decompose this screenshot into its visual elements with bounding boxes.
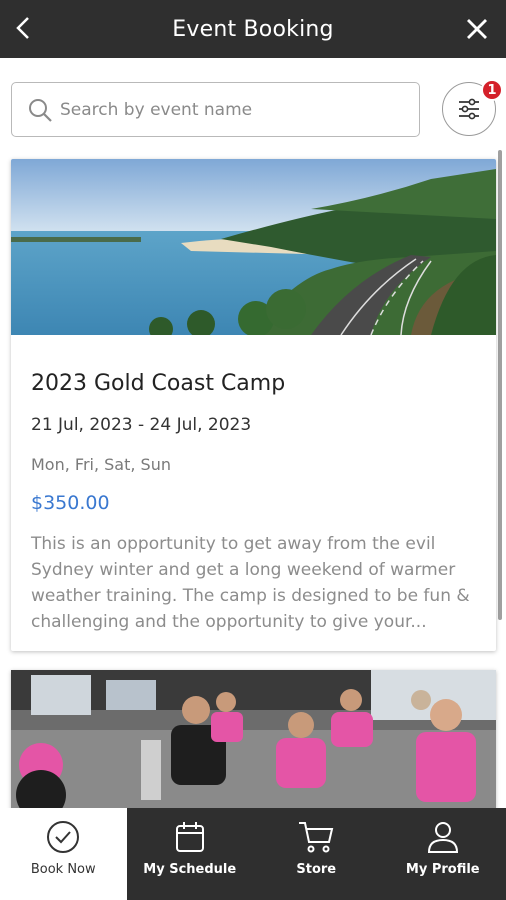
event-description: This is an opportunity to get away from … bbox=[31, 534, 470, 632]
nav-store[interactable]: Store bbox=[253, 808, 380, 900]
close-icon bbox=[467, 19, 487, 39]
event-card[interactable]: 2023 Gold Coast Camp 21 Jul, 2023 - 24 J… bbox=[11, 159, 496, 651]
event-name: 2023 Gold Coast Camp bbox=[31, 371, 286, 396]
search-icon bbox=[20, 97, 60, 123]
check-circle-icon bbox=[47, 821, 80, 853]
filter-count-badge: 1 bbox=[481, 79, 503, 101]
nav-label: My Profile bbox=[405, 862, 480, 877]
cart-icon bbox=[299, 822, 334, 853]
event-photo bbox=[11, 670, 496, 810]
user-icon bbox=[427, 822, 458, 853]
page-title: Event Booking bbox=[172, 16, 334, 42]
nav-book-now[interactable]: Book Now bbox=[0, 808, 127, 900]
sliders-icon bbox=[459, 98, 479, 120]
close-button[interactable] bbox=[460, 12, 494, 46]
chevron-left-icon bbox=[16, 17, 29, 39]
event-dates: 21 Jul, 2023 - 24 Jul, 2023 bbox=[31, 415, 252, 435]
nav-label: My Schedule bbox=[143, 862, 237, 877]
nav-label: Store bbox=[296, 862, 337, 877]
nav-label: Book Now bbox=[30, 862, 96, 877]
search-box bbox=[11, 82, 420, 137]
bottom-nav: Book Now My Schedule Store My Profile bbox=[0, 808, 506, 900]
event-days: Mon, Fri, Sat, Sun bbox=[31, 455, 171, 474]
nav-my-profile[interactable]: My Profile bbox=[380, 808, 506, 900]
app-header: Event Booking bbox=[0, 0, 506, 58]
nav-my-schedule[interactable]: My Schedule bbox=[127, 808, 254, 900]
event-price: $350.00 bbox=[31, 492, 110, 514]
search-input[interactable] bbox=[60, 83, 419, 136]
calendar-icon bbox=[175, 822, 204, 852]
back-button[interactable] bbox=[8, 10, 38, 46]
event-card[interactable] bbox=[11, 670, 496, 810]
event-photo bbox=[11, 159, 496, 335]
scrollbar[interactable] bbox=[498, 150, 502, 620]
